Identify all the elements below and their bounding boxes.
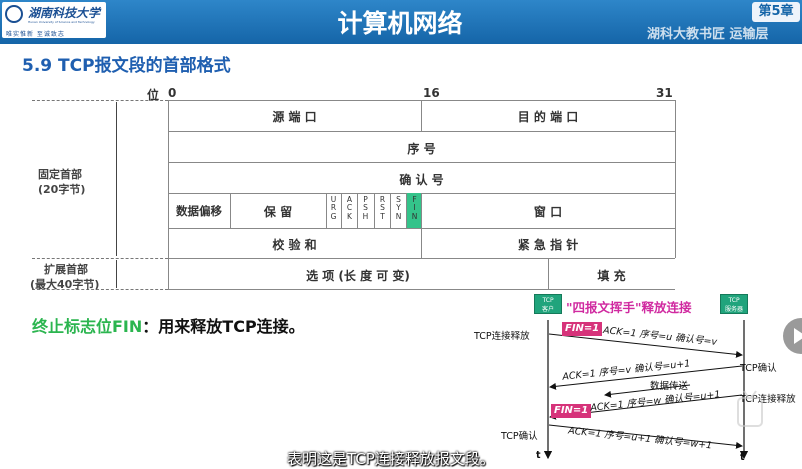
tcp-server-box: TCP 服务器 bbox=[720, 294, 748, 314]
client-line-2: 客户 bbox=[541, 306, 554, 313]
client-release-label: TCP连接释放 bbox=[474, 331, 530, 342]
server-line-1: TCP bbox=[728, 297, 740, 304]
time-axis-left: t bbox=[536, 450, 541, 461]
server-ack-label: TCP确认 bbox=[740, 363, 777, 374]
wave-title: "四报文挥手"释放连接 bbox=[566, 300, 692, 315]
tcp-client-box: TCP 客户 bbox=[534, 294, 562, 314]
fin-tag-1: FIN=1 bbox=[562, 322, 603, 336]
server-line-2: 服务器 bbox=[724, 306, 743, 313]
video-subtitle: 表明这是TCP连接释放报文段。 bbox=[287, 450, 495, 468]
play-icon bbox=[794, 328, 802, 344]
client-ack-label: TCP确认 bbox=[501, 431, 538, 442]
bilibili-tv-icon bbox=[737, 390, 763, 427]
fin-tag-2: FIN=1 bbox=[551, 404, 592, 418]
time-axis-right: t bbox=[740, 452, 745, 463]
client-line-1: TCP bbox=[542, 297, 554, 304]
